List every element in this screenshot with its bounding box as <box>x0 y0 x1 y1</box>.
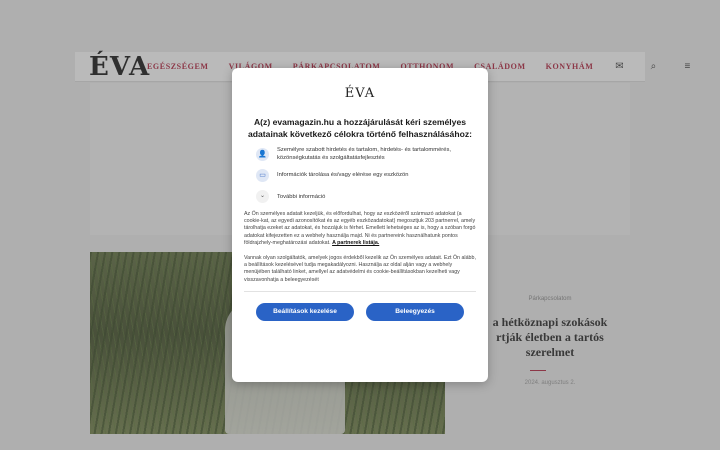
purpose-label: Személyre szabott hirdetés és tartalom, … <box>277 147 451 161</box>
more-info-toggle[interactable]: ⌄ További információ <box>244 190 476 203</box>
accept-button[interactable]: Beleegyezés <box>366 302 464 321</box>
consent-paragraph-1: Az Ön személyes adatait kezeljük, és elő… <box>244 211 476 247</box>
device-icon: ▭ <box>256 169 269 182</box>
chevron-down-icon[interactable]: ⌄ <box>256 190 269 203</box>
purpose-label: Információk tárolása és/vagy elérése egy… <box>277 171 409 178</box>
dialog-title: A(z) evamagazin.hu a hozzájárulását kéri… <box>248 117 472 139</box>
person-icon: 👤 <box>256 148 269 161</box>
consent-paragraph-2: Vannak olyan szolgáltatók, amelyek jogos… <box>244 255 476 283</box>
dialog-logo: ÉVA <box>344 86 376 101</box>
purpose-item-personalized-ads: 👤 Személyre szabott hirdetés és tartalom… <box>244 147 476 162</box>
partner-list-link[interactable]: A partnerek listája. <box>332 240 379 246</box>
purpose-item-device-storage: ▭ Információk tárolása és/vagy elérése e… <box>244 169 476 182</box>
manage-settings-button[interactable]: Beállítások kezelése <box>256 302 354 321</box>
consent-dialog: ÉVA A(z) evamagazin.hu a hozzájárulását … <box>232 68 488 382</box>
dialog-divider <box>244 290 476 292</box>
more-info-label[interactable]: További információ <box>277 194 325 200</box>
